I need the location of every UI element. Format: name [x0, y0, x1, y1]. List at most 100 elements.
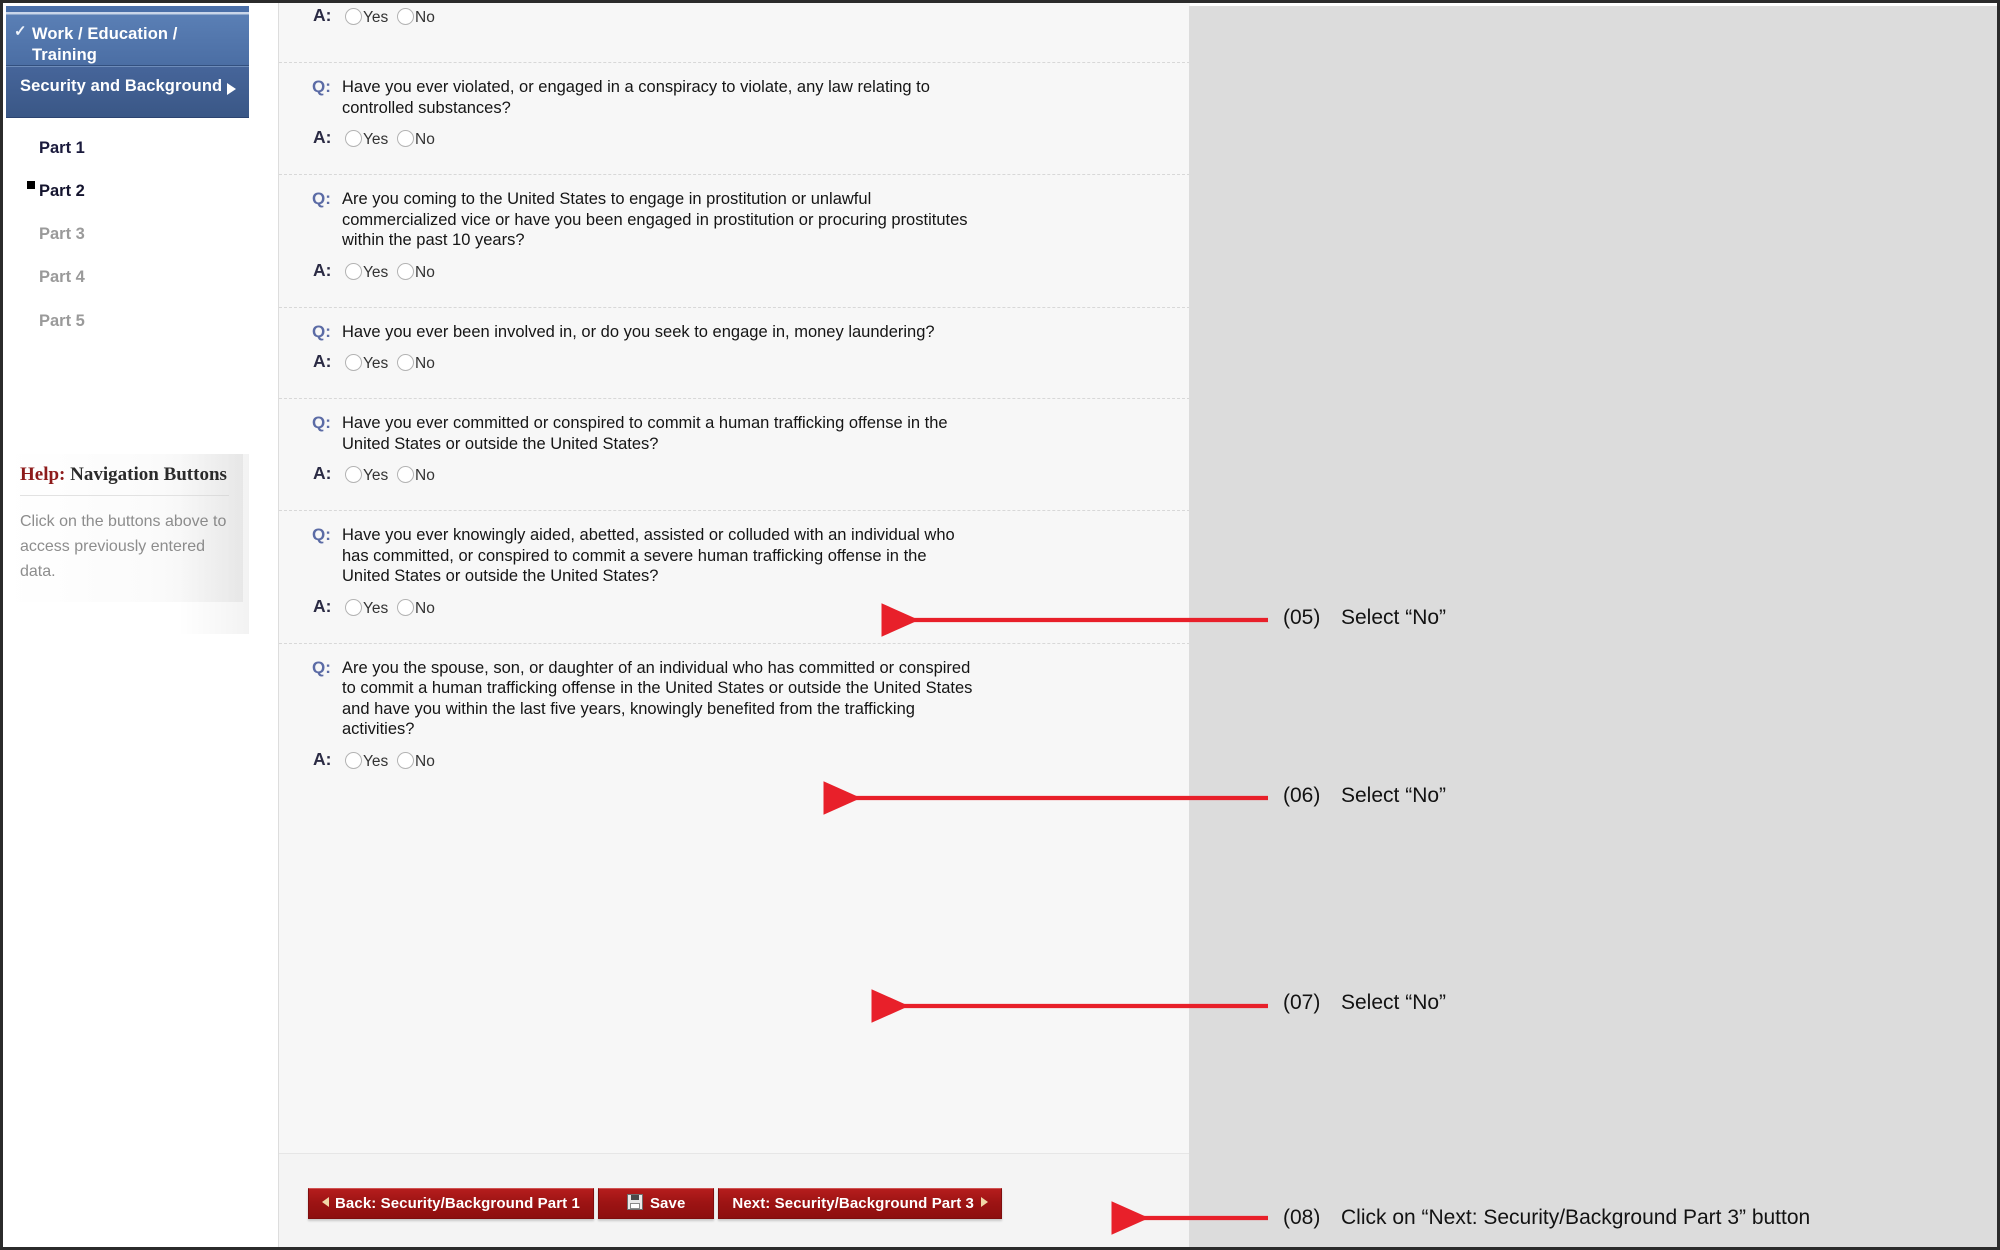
- annotation-06: (06) Select “No”: [1283, 784, 1446, 808]
- question-text: Have you ever knowingly aided, abetted, …: [342, 526, 955, 585]
- annotation-number: (08): [1283, 1206, 1321, 1229]
- help-panel: Help: Navigation Buttons Click on the bu…: [6, 454, 243, 602]
- left-sidebar: ✓ Work / Education / Training Security a…: [6, 6, 249, 1247]
- sidebar-item-part-5[interactable]: Part 5: [6, 306, 249, 336]
- radio-no-label: No: [415, 467, 435, 484]
- question-block-human-trafficking-offense: Q: Have you ever committed or conspired …: [279, 399, 1190, 511]
- answer-row: A: Yes No: [279, 740, 1190, 796]
- sidebar-item-part-4[interactable]: Part 4: [6, 262, 249, 292]
- radio-option-yes[interactable]: Yes: [345, 466, 388, 485]
- questions-list: A: Yes No Q: Have you ever violated, or …: [279, 3, 1190, 1138]
- question-text: Are you the spouse, son, or daughter of …: [342, 658, 973, 739]
- radio-yes-icon[interactable]: [345, 751, 362, 769]
- question-text: Have you ever been involved in, or do yo…: [342, 322, 935, 341]
- question-text: Have you ever committed or conspired to …: [342, 414, 948, 453]
- radio-no-label: No: [415, 263, 435, 281]
- floppy-disk-icon: [626, 1194, 643, 1210]
- radio-option-yes[interactable]: Yes: [345, 354, 388, 373]
- part-label: Part 5: [39, 312, 85, 330]
- radio-option-yes[interactable]: Yes: [345, 130, 388, 149]
- radio-option-no[interactable]: No: [397, 466, 435, 485]
- next-button-label: Next: Security/Background Part 3: [732, 1195, 974, 1212]
- question-block-money-laundering: Q: Have you ever been involved in, or do…: [279, 307, 1190, 399]
- radio-option-no[interactable]: No: [397, 751, 435, 771]
- question-row: Q: Have you ever violated, or engaged in…: [279, 63, 1190, 118]
- nav-button-work-education-training[interactable]: ✓ Work / Education / Training: [6, 14, 249, 66]
- radio-option-yes[interactable]: Yes: [345, 262, 388, 282]
- question-block-aided-abetted-trafficking: Q: Have you ever knowingly aided, abette…: [279, 511, 1190, 644]
- radio-option-yes[interactable]: Yes: [345, 8, 388, 27]
- radio-yes-label: Yes: [363, 355, 389, 372]
- radio-option-yes[interactable]: Yes: [345, 598, 388, 618]
- current-part-bullet-icon: [27, 181, 35, 189]
- screenshot-root: ✓ Work / Education / Training Security a…: [0, 0, 2000, 1250]
- radio-yes-icon[interactable]: [345, 8, 362, 25]
- answer-tag: A:: [313, 259, 332, 280]
- annotation-07: (07) Select “No”: [1283, 991, 1446, 1015]
- annotation-05: (05) Select “No”: [1283, 606, 1446, 630]
- check-icon: ✓: [14, 23, 27, 40]
- save-button[interactable]: Save: [597, 1188, 715, 1219]
- radio-yes-label: Yes: [363, 9, 389, 26]
- annotation-number: (07): [1283, 991, 1321, 1014]
- answer-row: A: Yes No: [279, 251, 1190, 307]
- radio-no-icon[interactable]: [397, 354, 414, 371]
- sidebar-item-part-2[interactable]: Part 2: [6, 176, 249, 206]
- radio-yes-icon[interactable]: [345, 354, 362, 371]
- radio-no-icon[interactable]: [397, 130, 414, 147]
- radio-yes-icon[interactable]: [345, 262, 362, 280]
- sidebar-item-part-3[interactable]: Part 3: [6, 219, 249, 249]
- nav-button-label: Security and Background: [20, 77, 223, 95]
- question-tag: Q:: [312, 77, 331, 96]
- question-row: Q: Are you coming to the United States t…: [279, 175, 1190, 251]
- radio-yes-label: Yes: [363, 467, 389, 484]
- radio-no-icon[interactable]: [397, 8, 414, 25]
- annotation-number: (05): [1283, 606, 1321, 629]
- part-label: Part 3: [39, 225, 85, 243]
- answer-row: A: Yes No: [279, 587, 1190, 643]
- caret-right-icon: [981, 1197, 988, 1207]
- question-tag: Q:: [312, 525, 331, 544]
- question-block-partial: A: Yes No: [279, 3, 1190, 63]
- nav-top-strip: [6, 6, 249, 14]
- radio-yes-icon[interactable]: [345, 598, 362, 616]
- question-row: Q: Have you ever been involved in, or do…: [279, 308, 1190, 343]
- answer-tag: A:: [313, 748, 332, 769]
- radio-yes-icon[interactable]: [345, 130, 362, 147]
- annotation-text: Select “No”: [1341, 784, 1447, 807]
- annotation-08: (08) Click on “Next: Security/Background …: [1283, 1206, 1810, 1230]
- question-tag: Q:: [312, 321, 331, 341]
- radio-yes-label: Yes: [363, 752, 389, 770]
- radio-no-icon[interactable]: [397, 262, 414, 280]
- answer-tag: A:: [313, 5, 332, 25]
- part-label: Part 4: [39, 268, 85, 286]
- back-button[interactable]: Back: Security/Background Part 1: [308, 1188, 594, 1219]
- question-tag: Q:: [312, 413, 331, 432]
- radio-option-no[interactable]: No: [397, 598, 435, 618]
- radio-option-yes[interactable]: Yes: [345, 751, 389, 771]
- annotation-panel: (05) Select “No” (06) Select “No” (07) Sele…: [1189, 6, 1997, 1247]
- question-block-prostitution: Q: Are you coming to the United States t…: [279, 175, 1190, 308]
- question-tag: Q:: [312, 189, 331, 208]
- nav-button-security-and-background[interactable]: Security and Background: [6, 66, 249, 118]
- sidebar-item-part-1[interactable]: Part 1: [6, 133, 249, 163]
- answer-row: A: Yes No: [279, 454, 1190, 510]
- radio-no-label: No: [415, 355, 435, 372]
- next-button[interactable]: Next: Security/Background Part 3: [718, 1188, 1002, 1219]
- answer-row: A: Yes No: [279, 118, 1190, 174]
- radio-no-label: No: [415, 599, 435, 617]
- radio-no-icon[interactable]: [397, 751, 414, 769]
- radio-option-no[interactable]: No: [397, 130, 435, 149]
- question-tag: Q:: [312, 657, 331, 677]
- radio-no-icon[interactable]: [397, 598, 414, 616]
- radio-yes-icon[interactable]: [345, 466, 362, 483]
- help-title-highlight: Help:: [20, 464, 66, 485]
- navigation-button-row: Back: Security/Background Part 1 Save Ne…: [308, 1188, 1002, 1219]
- radio-no-icon[interactable]: [397, 466, 414, 483]
- answer-row: A: Yes No: [279, 3, 1190, 49]
- radio-option-no[interactable]: No: [397, 354, 435, 373]
- radio-option-no[interactable]: No: [397, 262, 435, 282]
- question-text: Have you ever violated, or engaged in a …: [342, 78, 930, 117]
- question-block-controlled-substances: Q: Have you ever violated, or engaged in…: [279, 63, 1190, 175]
- radio-option-no[interactable]: No: [397, 8, 435, 27]
